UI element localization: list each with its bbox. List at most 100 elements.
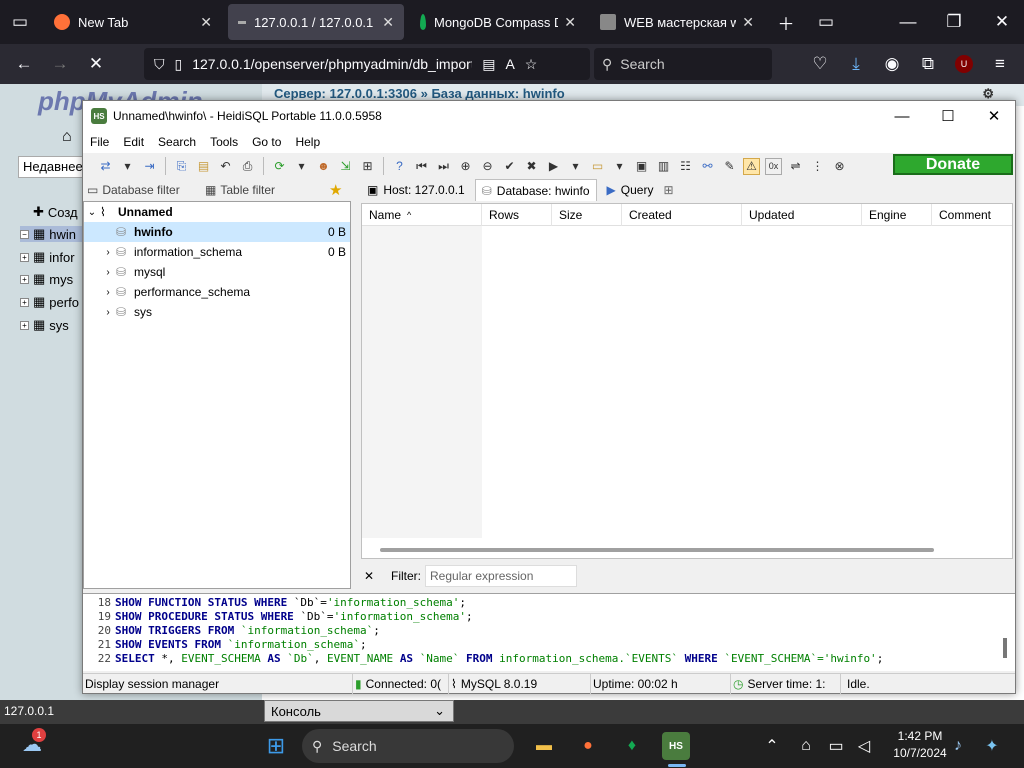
menu-icon[interactable]: ≡ [988, 52, 1012, 76]
chevron-down-icon[interactable]: ⌄ [84, 207, 100, 218]
dropdown-arrow-icon[interactable]: ▾ [567, 158, 584, 175]
sql-log[interactable]: 18 SHOW FUNCTION STATUS WHERE `Db`='infor… [83, 593, 1015, 671]
run-icon[interactable]: ▶ [545, 158, 562, 175]
tab-query[interactable]: ▶ Query [601, 179, 660, 201]
tree-root[interactable]: ⌄ ⌇ Unnamed [84, 202, 350, 222]
dropdown-arrow-icon[interactable]: ▾ [293, 158, 310, 175]
undo-icon[interactable]: ↶ [217, 158, 234, 175]
close-icon[interactable]: ✕ [971, 101, 1017, 131]
save-as-icon[interactable]: ▥ [655, 158, 672, 175]
chevron-right-icon[interactable]: › [100, 267, 116, 278]
column-header-created[interactable]: Created [622, 204, 742, 226]
file-explorer-icon[interactable]: ▬ [530, 732, 558, 760]
reader-view-icon[interactable]: ▤ [482, 56, 495, 73]
print-icon[interactable]: ⎙ [239, 158, 256, 175]
pma-tree-item[interactable]: + ▦ perfo [20, 294, 79, 310]
import-icon[interactable]: ⇲ [337, 158, 354, 175]
favorites-star-icon[interactable]: ★ [329, 181, 342, 199]
open-file-icon[interactable]: ▭ [589, 158, 606, 175]
pma-tree-item[interactable]: − ▦ hwin [20, 226, 82, 242]
tab-web-workshop[interactable]: WEB мастерская wapi ✕ [590, 4, 764, 40]
column-header-updated[interactable]: Updated [742, 204, 862, 226]
tab-host[interactable]: ▣ Host: 127.0.0.1 [361, 179, 471, 201]
first-record-icon[interactable]: ⏮ [413, 158, 430, 175]
disconnect-icon[interactable]: ⇥ [141, 158, 158, 175]
pma-tree-item[interactable]: + ▦ infor [20, 249, 75, 265]
table-list-grid[interactable]: Name ^ Rows Size Created Updated Engine C… [361, 203, 1013, 559]
mongodb-compass-icon[interactable]: ♦ [618, 732, 646, 760]
close-tab-icon[interactable]: ✕ [200, 14, 212, 31]
url-bar[interactable]: ⛉ ▯ 127.0.0.1/openserver/phpmyadmin/db_i… [144, 48, 590, 80]
insert-record-icon[interactable]: ⊕ [457, 158, 474, 175]
pma-tree-item[interactable]: + ▦ sys [20, 317, 69, 333]
query-builder-icon[interactable]: ⚯ [699, 158, 716, 175]
menu-tools[interactable]: Tools [203, 135, 245, 149]
hex-toggle-icon[interactable]: 0x [765, 157, 782, 175]
minimize-icon[interactable]: — [896, 10, 920, 34]
menu-edit[interactable]: Edit [116, 135, 151, 149]
breadcrumb-server[interactable]: Сервер: 127.0.0.1:3306 [274, 86, 417, 101]
column-header-engine[interactable]: Engine [862, 204, 932, 226]
tab-new-tab[interactable]: New Tab ✕ [44, 4, 222, 40]
column-header-rows[interactable]: Rows [482, 204, 552, 226]
donate-button[interactable]: Donate [893, 154, 1013, 175]
chevron-right-icon[interactable]: › [100, 247, 116, 258]
user-manager-icon[interactable]: ☻ [315, 158, 332, 175]
account-icon[interactable]: ◉ [880, 52, 904, 76]
display-icon[interactable]: ▭ [822, 732, 850, 760]
bookmark-star-icon[interactable]: ☆ [525, 56, 538, 73]
maximize-icon[interactable]: ☐ [925, 101, 971, 131]
dropdown-arrow-icon[interactable]: ▾ [611, 158, 628, 175]
expand-icon[interactable]: + [20, 252, 29, 262]
chevron-right-icon[interactable]: › [100, 307, 116, 318]
more-icon[interactable]: ⋮ [809, 158, 826, 175]
tree-db-performance-schema[interactable]: › ⛁ performance_schema [84, 282, 350, 302]
close-window-icon[interactable]: ✕ [990, 10, 1014, 34]
translate-icon[interactable]: A [505, 56, 514, 72]
add-query-tab-icon[interactable]: ⊞ [663, 183, 673, 197]
warning-toggle-icon[interactable]: ⚠ [743, 157, 760, 175]
expand-icon[interactable]: + [20, 297, 29, 307]
copy-icon[interactable]: ⎘ [173, 158, 190, 175]
collapse-icon[interactable]: − [20, 229, 29, 239]
tab-mongodb[interactable]: MongoDB Compass Do ✕ [410, 4, 586, 40]
notifications-bell-icon[interactable]: ♪ [944, 732, 972, 760]
firefox-icon[interactable]: ● [574, 732, 602, 760]
save-icon[interactable]: ▣ [633, 158, 650, 175]
snippets-icon[interactable]: ☷ [677, 158, 694, 175]
export-icon[interactable]: ⊞ [359, 158, 376, 175]
post-icon[interactable]: ✔ [501, 158, 518, 175]
tree-db-mysql[interactable]: › ⛁ mysql [84, 262, 350, 282]
close-tab-icon[interactable]: ✕ [742, 14, 754, 31]
tree-db-sys[interactable]: › ⛁ sys [84, 302, 350, 322]
vertical-scrollbar[interactable] [1003, 638, 1007, 658]
stop-icon[interactable]: ✕ [84, 52, 108, 76]
column-header-name[interactable]: Name ^ [362, 204, 482, 226]
taskbar-search[interactable]: ⚲ Search [302, 729, 514, 763]
downloads-icon[interactable]: ⤓ [844, 52, 868, 76]
restore-icon[interactable]: ❐ [942, 10, 966, 34]
tab-list-icon[interactable]: ▭ [8, 10, 32, 34]
expand-icon[interactable]: + [20, 320, 29, 330]
close-tab-icon[interactable]: ✕ [382, 14, 394, 31]
ublock-icon[interactable]: U [952, 52, 976, 76]
heidisql-taskbar-icon[interactable]: HS [662, 732, 690, 760]
minimize-icon[interactable]: — [879, 101, 925, 131]
console-toggle[interactable]: Консоль ⌄ [264, 700, 454, 722]
breadcrumb-database[interactable]: База данных: hwinfo [431, 86, 564, 101]
tab-phpmyadmin[interactable]: 127.0.0.1 / 127.0.0.1 / hw ✕ [228, 4, 404, 40]
network-icon[interactable]: ⌂ [792, 732, 820, 760]
tab-overview-icon[interactable]: ▭ [814, 10, 838, 34]
menu-goto[interactable]: Go to [245, 135, 288, 149]
dropdown-arrow-icon[interactable]: ▾ [119, 158, 136, 175]
refresh-icon[interactable]: ⟳ [271, 158, 288, 175]
forward-icon[interactable]: → [48, 52, 72, 76]
session-manager-icon[interactable]: ⇄ [97, 158, 114, 175]
close-tab-icon[interactable]: ✕ [564, 14, 576, 31]
menu-help[interactable]: Help [288, 135, 327, 149]
menu-file[interactable]: File [83, 135, 116, 149]
search-bar[interactable]: ⚲ Search [594, 48, 772, 80]
start-icon[interactable]: ⊞ [262, 732, 290, 760]
database-filter[interactable]: ▭ Database filter [83, 183, 201, 197]
menu-search[interactable]: Search [151, 135, 203, 149]
